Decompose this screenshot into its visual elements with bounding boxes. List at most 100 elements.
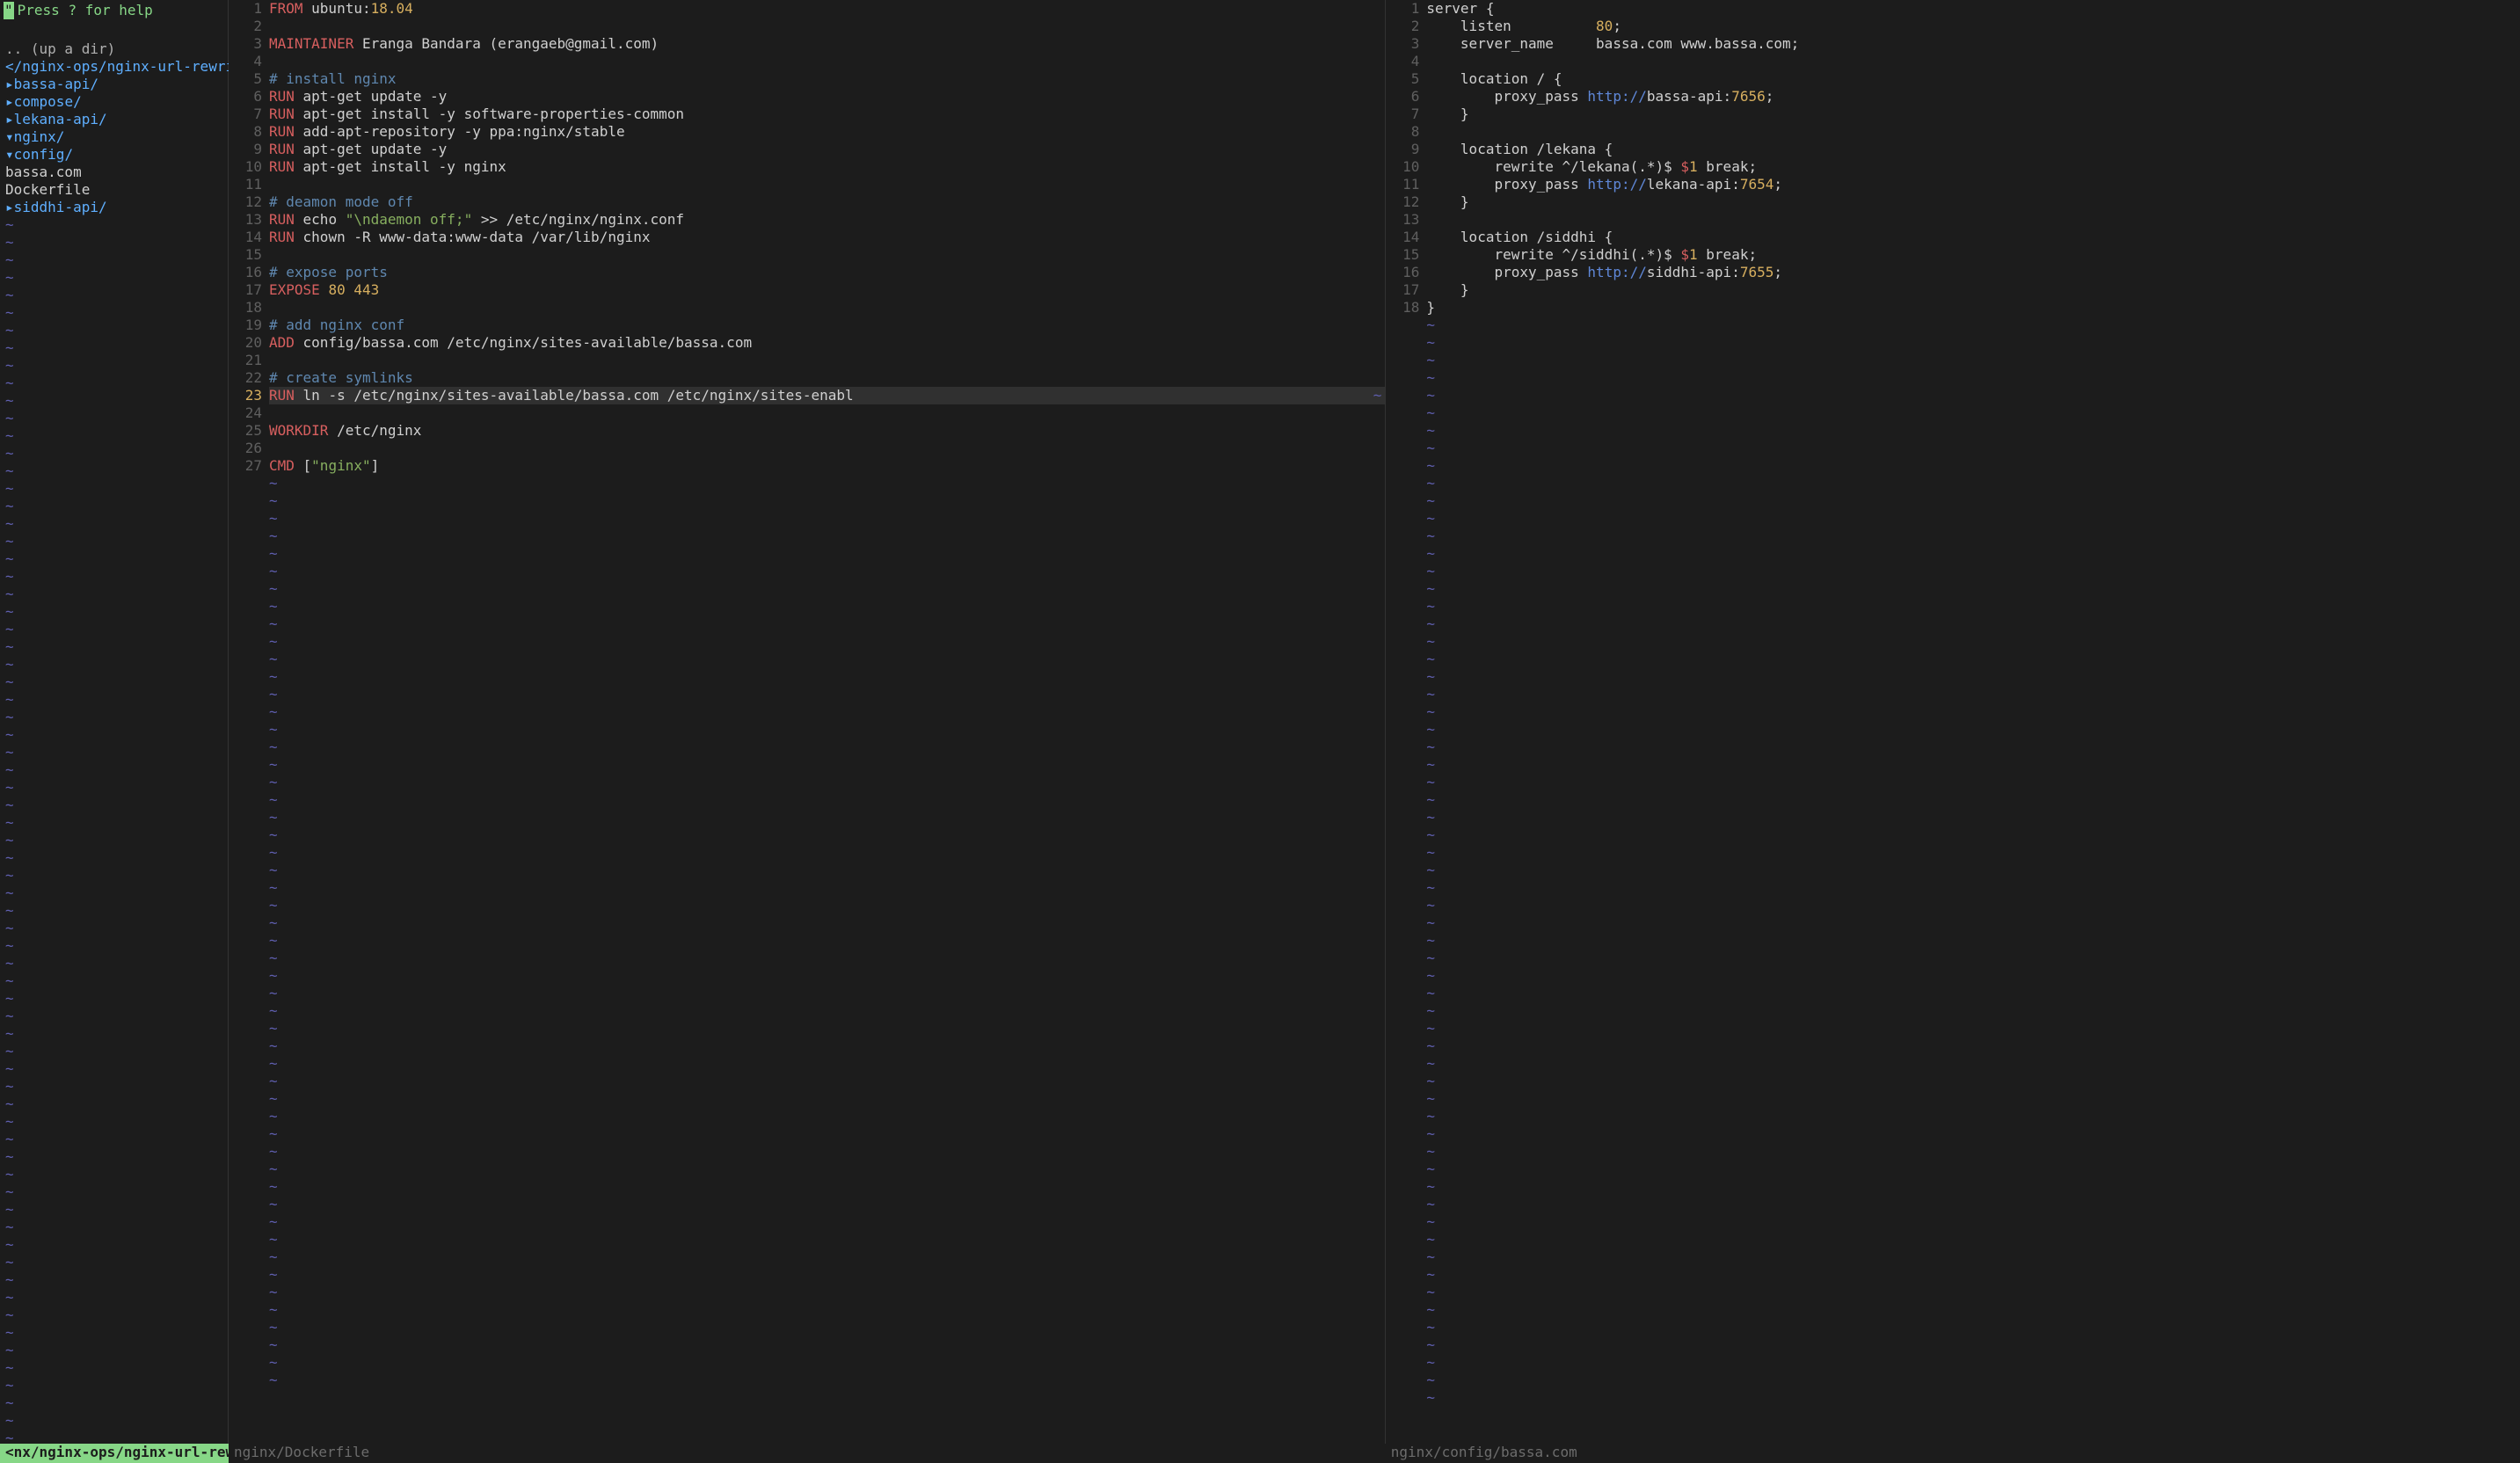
code-line[interactable]: RUN apt-get update -y bbox=[269, 88, 1385, 106]
status-right-path: nginx/config/bassa.com bbox=[1386, 1444, 2520, 1463]
empty-line-tilde: ~ bbox=[1426, 334, 2520, 352]
code-line[interactable]: RUN apt-get install -y nginx bbox=[269, 158, 1385, 176]
code-line[interactable]: location / { bbox=[1426, 70, 2520, 88]
tree-arrow-icon: ▸ bbox=[5, 111, 14, 128]
code-line[interactable]: proxy_pass http://bassa-api:7656; bbox=[1426, 88, 2520, 106]
empty-line-tilde: ~ bbox=[1426, 721, 2520, 739]
tree-dir-item[interactable]: ▾ config/ bbox=[5, 146, 222, 164]
empty-line-tilde: ~ bbox=[269, 1125, 1385, 1143]
code-line[interactable]: proxy_pass http://lekana-api:7654; bbox=[1426, 176, 2520, 193]
tree-dir-item[interactable]: ▾ nginx/ bbox=[5, 128, 222, 146]
code-line[interactable] bbox=[1426, 53, 2520, 70]
code-line[interactable]: RUN apt-get install -y software-properti… bbox=[269, 106, 1385, 123]
code-line[interactable]: # add nginx conf bbox=[269, 317, 1385, 334]
code-line[interactable]: # expose ports bbox=[269, 264, 1385, 281]
empty-line-tilde: ~ bbox=[1426, 440, 2520, 457]
code-line[interactable]: # install nginx bbox=[269, 70, 1385, 88]
code-line[interactable]: WORKDIR /etc/nginx bbox=[269, 422, 1385, 440]
code-line[interactable] bbox=[269, 176, 1385, 193]
editor-right[interactable]: 123456789101112131415161718 server { lis… bbox=[1386, 0, 2520, 1444]
empty-line-tilde: ~ bbox=[1426, 932, 2520, 950]
code-line[interactable]: # deamon mode off bbox=[269, 193, 1385, 211]
empty-line-tilde: ~ bbox=[269, 950, 1385, 967]
empty-line-tilde: ~ bbox=[1426, 404, 2520, 422]
code-left[interactable]: FROM ubuntu:18.04 MAINTAINER Eranga Band… bbox=[269, 0, 1385, 1444]
editor-left[interactable]: 1234567891011121314151617181920212223242… bbox=[229, 0, 1386, 1444]
code-line[interactable] bbox=[269, 299, 1385, 317]
code-line[interactable]: MAINTAINER Eranga Bandara (erangaeb@gmai… bbox=[269, 35, 1385, 53]
code-line[interactable]: } bbox=[1426, 299, 2520, 317]
code-line[interactable] bbox=[1426, 211, 2520, 229]
empty-line-tilde: ~ bbox=[269, 1055, 1385, 1073]
sidebar-body[interactable]: .. (up a dir) </nginx-ops/nginx-url-rewr… bbox=[0, 21, 228, 1444]
empty-line-tilde: ~ bbox=[1426, 985, 2520, 1002]
code-line[interactable]: location /siddhi { bbox=[1426, 229, 2520, 246]
code-line[interactable]: # create symlinks bbox=[269, 369, 1385, 387]
tree-file-item[interactable]: bassa.com bbox=[5, 164, 222, 181]
code-line[interactable]: RUN apt-get update -y bbox=[269, 141, 1385, 158]
code-line[interactable]: ADD config/bassa.com /etc/nginx/sites-av… bbox=[269, 334, 1385, 352]
code-line[interactable]: listen 80; bbox=[1426, 18, 2520, 35]
code-line[interactable]: RUN chown -R www-data:www-data /var/lib/… bbox=[269, 229, 1385, 246]
code-line[interactable]: proxy_pass http://siddhi-api:7655; bbox=[1426, 264, 2520, 281]
empty-line-tilde: ~ bbox=[269, 668, 1385, 686]
status-active-segment: <nx/nginx-ops/nginx-url-rewrite bbox=[0, 1444, 229, 1463]
empty-line-tilde: ~ bbox=[269, 1143, 1385, 1161]
empty-line-tilde: ~ bbox=[269, 580, 1385, 598]
code-line[interactable]: rewrite ^/lekana(.*)$ $1 break; bbox=[1426, 158, 2520, 176]
tree-container[interactable]: ▸ bassa-api/▸ compose/▸ lekana-api/▾ ngi… bbox=[5, 76, 222, 216]
empty-line-tilde: ~ bbox=[1426, 1196, 2520, 1213]
code-line[interactable]: } bbox=[1426, 193, 2520, 211]
empty-line-tilde: ~ bbox=[1426, 1143, 2520, 1161]
empty-line-tilde: ~ bbox=[1426, 1231, 2520, 1248]
empty-line-tilde: ~ bbox=[1426, 897, 2520, 914]
code-line[interactable]: rewrite ^/siddhi(.*)$ $1 break; bbox=[1426, 246, 2520, 264]
code-line[interactable]: } bbox=[1426, 281, 2520, 299]
empty-line-tilde: ~ bbox=[1426, 1178, 2520, 1196]
sidebar-updir[interactable]: .. (up a dir) bbox=[5, 40, 222, 58]
empty-line-tilde: ~ bbox=[1426, 1073, 2520, 1090]
code-line[interactable] bbox=[269, 404, 1385, 422]
empty-line-tilde: ~ bbox=[1426, 580, 2520, 598]
code-line[interactable]: } bbox=[1426, 106, 2520, 123]
code-line[interactable]: RUN echo "\ndaemon off;" >> /etc/nginx/n… bbox=[269, 211, 1385, 229]
code-line[interactable]: RUN ln -s /etc/nginx/sites-available/bas… bbox=[269, 387, 1385, 404]
tree-arrow-icon: ▸ bbox=[5, 199, 14, 216]
code-line[interactable]: RUN add-apt-repository -y ppa:nginx/stab… bbox=[269, 123, 1385, 141]
empty-line-tilde: ~ bbox=[1426, 1055, 2520, 1073]
empty-line-tilde: ~ bbox=[269, 1354, 1385, 1372]
empty-line-tilde: ~ bbox=[269, 1037, 1385, 1055]
code-line[interactable] bbox=[269, 18, 1385, 35]
code-line[interactable]: FROM ubuntu:18.04 bbox=[269, 0, 1385, 18]
code-line[interactable] bbox=[269, 440, 1385, 457]
tree-arrow-icon: ▾ bbox=[5, 146, 14, 164]
empty-line-tilde: ~ bbox=[269, 1248, 1385, 1266]
code-line[interactable]: server_name bassa.com www.bassa.com; bbox=[1426, 35, 2520, 53]
code-line[interactable]: EXPOSE 80 443 bbox=[269, 281, 1385, 299]
tree-dir-item[interactable]: ▸ compose/ bbox=[5, 93, 222, 111]
tree-dir-item[interactable]: ▸ siddhi-api/ bbox=[5, 199, 222, 216]
empty-line-tilde: ~ bbox=[1426, 352, 2520, 369]
file-tree-sidebar[interactable]: " Press ? for help .. (up a dir) </nginx… bbox=[0, 0, 229, 1444]
tree-dir-item[interactable]: ▸ bassa-api/ bbox=[5, 76, 222, 93]
code-line[interactable] bbox=[1426, 123, 2520, 141]
empty-line-tilde: ~ bbox=[1426, 1248, 2520, 1266]
empty-line-tilde: ~ bbox=[1426, 950, 2520, 967]
code-right[interactable]: server { listen 80; server_name bassa.co… bbox=[1426, 0, 2520, 1444]
tree-file-item[interactable]: Dockerfile bbox=[5, 181, 222, 199]
tree-dir-item[interactable]: ▸ lekana-api/ bbox=[5, 111, 222, 128]
sidebar-root-path[interactable]: </nginx-ops/nginx-url-rewrite/ bbox=[5, 58, 222, 76]
empty-line-tilde: ~ bbox=[269, 1108, 1385, 1125]
code-line[interactable] bbox=[269, 352, 1385, 369]
empty-line-tilde: ~ bbox=[1426, 1389, 2520, 1407]
code-line[interactable]: CMD ["nginx"] bbox=[269, 457, 1385, 475]
empty-line-tilde: ~ bbox=[1426, 457, 2520, 475]
empty-line-tilde: ~ bbox=[1426, 826, 2520, 844]
code-line[interactable] bbox=[269, 246, 1385, 264]
tree-arrow-icon: ▸ bbox=[5, 93, 14, 111]
code-line[interactable] bbox=[269, 53, 1385, 70]
empty-line-tilde: ~ bbox=[269, 1231, 1385, 1248]
code-line[interactable]: server { bbox=[1426, 0, 2520, 18]
tree-dir-name: siddhi-api/ bbox=[14, 199, 107, 216]
code-line[interactable]: location /lekana { bbox=[1426, 141, 2520, 158]
